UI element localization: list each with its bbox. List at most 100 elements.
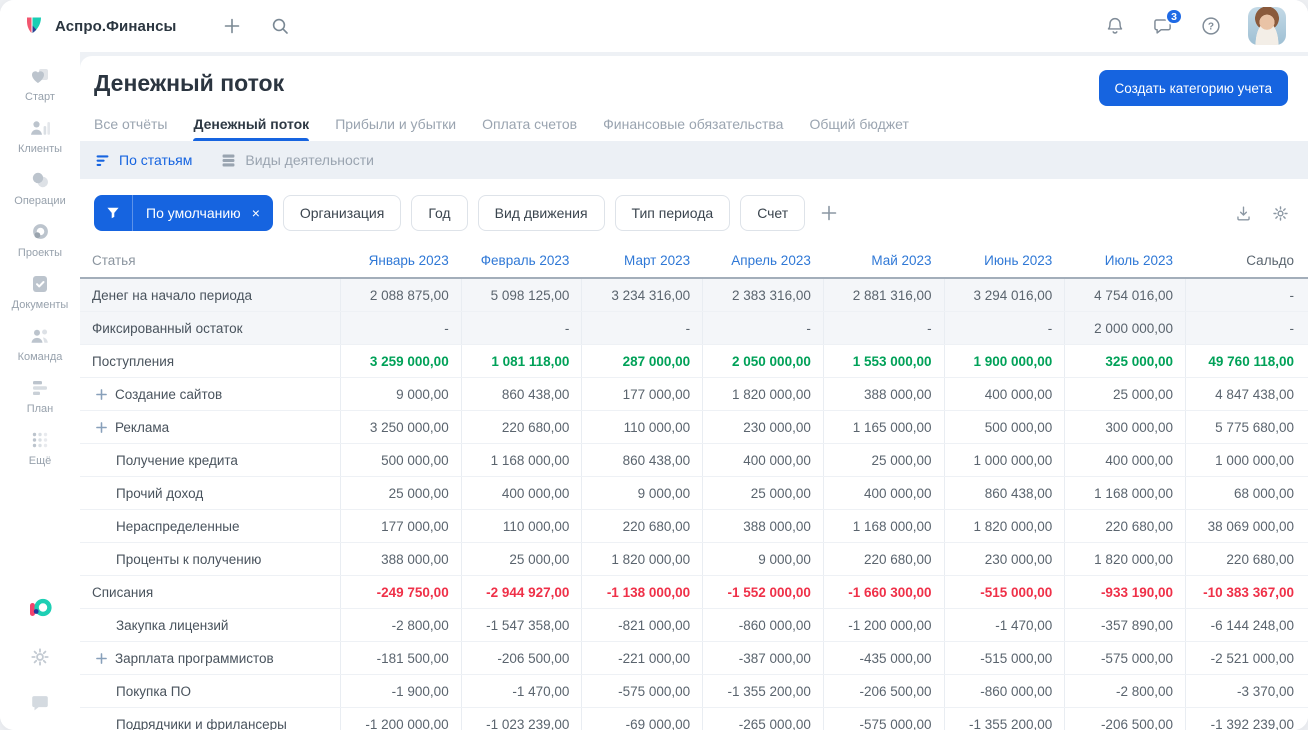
filter-pill-3[interactable]: Тип периода xyxy=(614,195,731,231)
column-header-month[interactable]: Июнь 2023 xyxy=(944,243,1065,277)
clear-filter-icon[interactable]: × xyxy=(248,205,273,221)
tab-4[interactable]: Финансовые обязательства xyxy=(603,116,783,141)
report-tabs: Все отчёты Денежный поток Прибыли и убытки… xyxy=(80,106,1308,141)
column-header-month[interactable]: Февраль 2023 xyxy=(461,243,582,277)
column-header-month[interactable]: Май 2023 xyxy=(823,243,944,277)
row-value: 388 000,00 xyxy=(340,543,461,575)
row-label[interactable]: Реклама xyxy=(80,411,340,443)
row-value: 1 820 000,00 xyxy=(581,543,702,575)
expand-plus-icon[interactable] xyxy=(96,652,107,664)
tab-3[interactable]: Оплата счетов xyxy=(482,116,577,141)
column-header-saldo: Сальдо xyxy=(1246,252,1294,268)
tab-2[interactable]: Прибыли и убытки xyxy=(335,116,456,141)
row-value: - xyxy=(1185,312,1308,344)
column-header-article: Статья xyxy=(92,252,136,268)
add-filter-icon[interactable] xyxy=(819,203,839,223)
search-icon[interactable] xyxy=(270,16,290,36)
row-value: 220 680,00 xyxy=(460,411,582,443)
tab-0[interactable]: Все отчёты xyxy=(94,116,167,141)
create-category-button[interactable]: Создать категорию учета xyxy=(1098,70,1288,106)
row-value: 1 900 000,00 xyxy=(943,345,1065,377)
expand-plus-icon[interactable] xyxy=(96,388,107,400)
filter-pill-1[interactable]: Год xyxy=(411,195,468,231)
column-header-month[interactable]: Июль 2023 xyxy=(1064,243,1185,277)
row-label[interactable]: Закупка лицензий xyxy=(80,609,340,641)
row-value: 860 438,00 xyxy=(460,378,582,410)
row-label-text: Создание сайтов xyxy=(115,386,223,402)
table-settings-gear-icon[interactable] xyxy=(1271,204,1290,223)
row-value: 9 000,00 xyxy=(702,543,823,575)
row-label[interactable]: Подрядчики и фрилансеры xyxy=(80,708,340,730)
row-value: 25 000,00 xyxy=(822,444,944,476)
row-value: 388 000,00 xyxy=(702,510,823,542)
table-row: Денег на начало периода 2 088 875,00 5 098… xyxy=(80,279,1308,312)
row-value: 3 250 000,00 xyxy=(340,411,461,443)
expand-plus-icon[interactable] xyxy=(96,421,107,433)
row-label[interactable]: Проценты к получению xyxy=(80,543,340,575)
filter-pill-2[interactable]: Вид движения xyxy=(477,195,605,231)
row-label[interactable]: Денег на начало периода xyxy=(80,279,340,311)
filter-toolbar: По умолчанию × Организация Год Вид движени… xyxy=(80,179,1308,243)
filter-pill-4[interactable]: Счет xyxy=(740,195,806,231)
sidebar-item-documents[interactable]: Документы xyxy=(4,272,76,311)
row-value: 220 680,00 xyxy=(1064,510,1185,542)
create-plus-button[interactable] xyxy=(222,16,242,36)
row-label[interactable]: Создание сайтов xyxy=(80,378,340,410)
row-value: -387 000,00 xyxy=(702,642,823,674)
sidebar-item-plan[interactable]: План xyxy=(4,376,76,415)
column-header-month[interactable]: Апрель 2023 xyxy=(702,243,823,277)
row-value: - xyxy=(943,312,1065,344)
sidebar-item-clients[interactable]: Клиенты xyxy=(4,116,76,155)
row-value: 2 050 000,00 xyxy=(702,345,823,377)
help-icon[interactable]: ? xyxy=(1200,15,1222,37)
row-label[interactable]: Нераспределенные xyxy=(80,510,340,542)
sidebar-item-projects[interactable]: Проекты xyxy=(4,220,76,259)
sidebar-item-more[interactable]: Ещё xyxy=(4,428,76,467)
brand[interactable]: Аспро.Финансы xyxy=(22,14,176,38)
view-subtabs: По статьям Виды деятельности xyxy=(80,141,1308,179)
row-value: 110 000,00 xyxy=(581,411,702,443)
team-icon xyxy=(28,324,52,348)
aspro-app-logo-icon[interactable] xyxy=(27,596,53,622)
table-row: Получение кредита 500 000,00 1 168 000,00 8… xyxy=(80,444,1308,477)
messages-chat-icon[interactable]: 3 xyxy=(1152,8,1183,37)
row-value: 2 383 316,00 xyxy=(702,279,823,311)
export-download-icon[interactable] xyxy=(1234,204,1253,223)
tab-1[interactable]: Денежный поток xyxy=(193,116,309,141)
row-label[interactable]: Поступления xyxy=(80,345,340,377)
row-label[interactable]: Получение кредита xyxy=(80,444,340,476)
row-label-text: Получение кредита xyxy=(116,452,238,468)
subtab-1[interactable]: Виды деятельности xyxy=(220,152,374,169)
column-header-month[interactable]: Март 2023 xyxy=(581,243,702,277)
table-row: Поступления 3 259 000,00 1 081 118,00 287 0… xyxy=(80,345,1308,378)
row-label[interactable]: Фиксированный остаток xyxy=(80,312,340,344)
subtab-0[interactable]: По статьям xyxy=(94,152,192,169)
row-value: -3 370,00 xyxy=(1185,675,1308,707)
row-label[interactable]: Зарплата программистов xyxy=(80,642,340,674)
support-chat-icon[interactable] xyxy=(29,692,51,714)
row-label[interactable]: Списания xyxy=(80,576,340,608)
row-label-text: Фиксированный остаток xyxy=(92,320,243,336)
sidebar-item-operations[interactable]: Операции xyxy=(4,168,76,207)
row-value: 5 775 680,00 xyxy=(1185,411,1308,443)
tab-5[interactable]: Общий бюджет xyxy=(809,116,908,141)
sidebar-item-start[interactable]: Старт xyxy=(4,64,76,103)
row-value: 2 000 000,00 xyxy=(1064,312,1185,344)
row-label[interactable]: Прочий доход xyxy=(80,477,340,509)
settings-gear-icon[interactable] xyxy=(29,646,51,668)
active-filter-pill[interactable]: По умолчанию × xyxy=(94,195,273,231)
column-header-month[interactable]: Январь 2023 xyxy=(340,243,461,277)
notifications-bell-icon[interactable] xyxy=(1104,15,1126,37)
row-value: 177 000,00 xyxy=(340,510,461,542)
row-value: -1 200 000,00 xyxy=(340,708,461,730)
svg-text:?: ? xyxy=(1208,22,1214,33)
row-value: -2 800,00 xyxy=(340,609,461,641)
row-value: 860 438,00 xyxy=(581,444,702,476)
row-label[interactable]: Покупка ПО xyxy=(80,675,340,707)
sidebar-item-team[interactable]: Команда xyxy=(4,324,76,363)
row-value: 220 680,00 xyxy=(581,510,702,542)
row-value: 1 820 000,00 xyxy=(702,378,823,410)
user-avatar[interactable] xyxy=(1248,7,1286,45)
filter-pill-0[interactable]: Организация xyxy=(282,195,402,231)
row-value: 25 000,00 xyxy=(1064,378,1185,410)
